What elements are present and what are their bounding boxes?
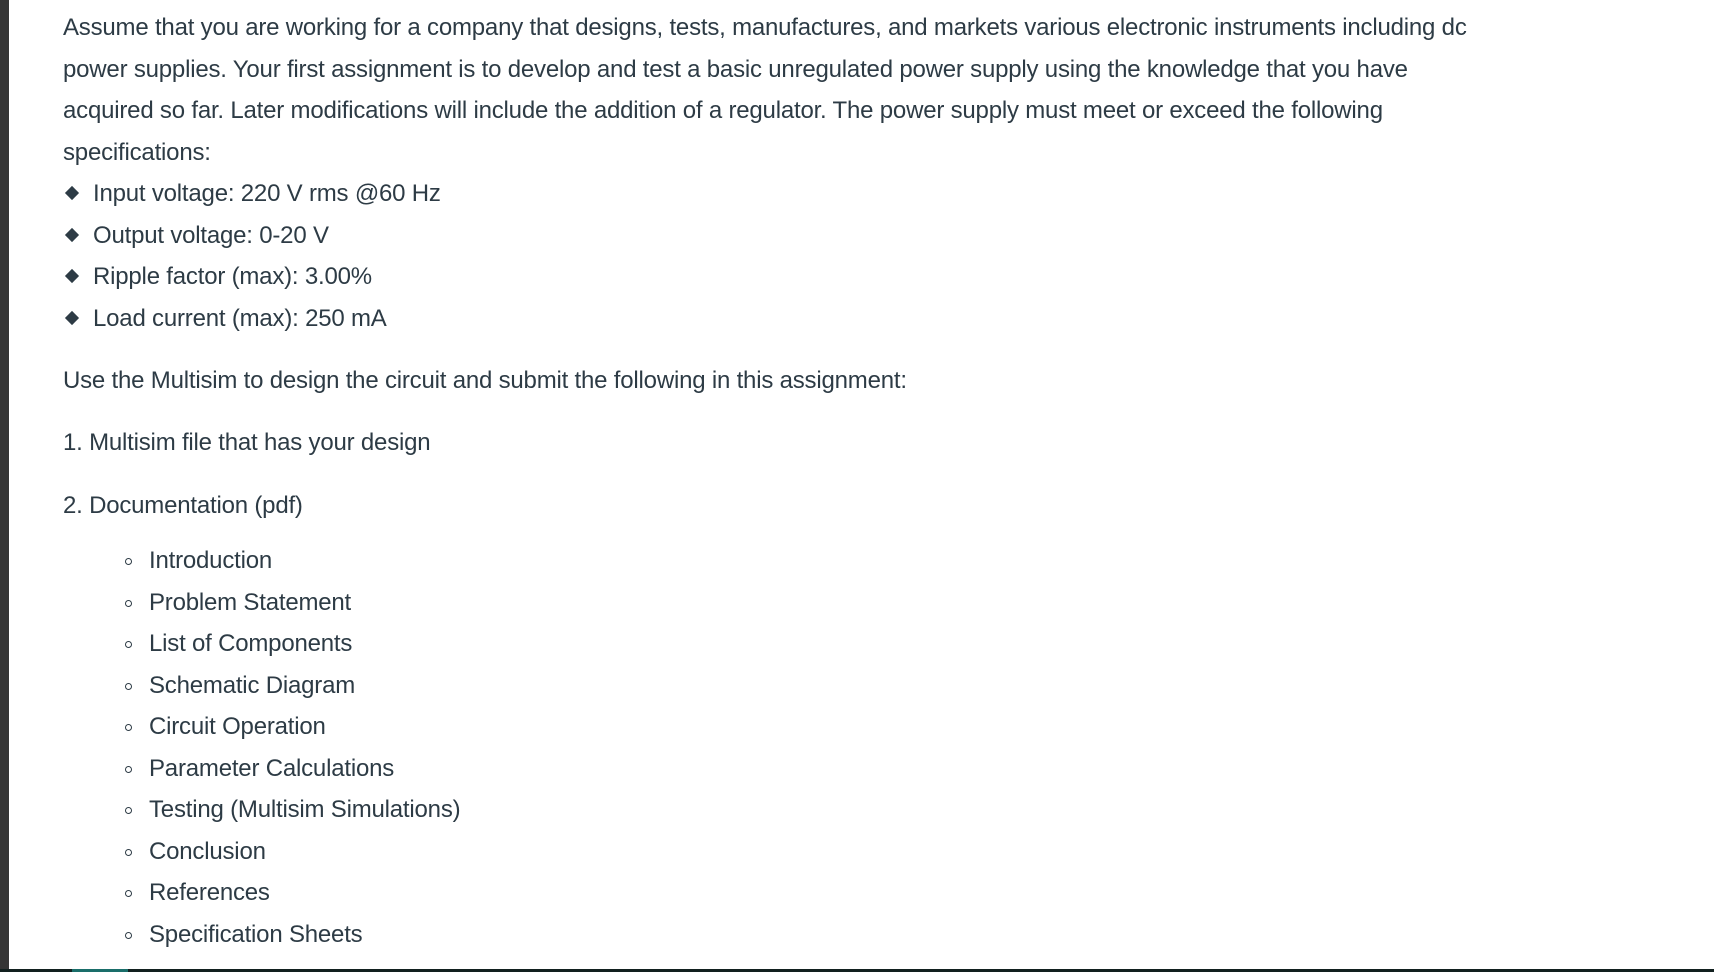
- specification-item: Load current (max): 250 mA: [63, 298, 1703, 340]
- deliverable-item: 1. Multisim file that has your design: [63, 429, 431, 456]
- specification-text: Ripple factor (max): 3.00%: [93, 263, 372, 290]
- circle-bullet-icon: [125, 807, 132, 814]
- left-edge-bar: [0, 0, 9, 972]
- section-text: Parameter Calculations: [149, 754, 395, 782]
- specification-item: Output voltage: 0-20 V: [63, 215, 1703, 257]
- circle-bullet-icon: [125, 724, 132, 731]
- section-text: Schematic Diagram: [149, 671, 356, 699]
- intro-line: acquired so far. Later modifications wil…: [63, 97, 1383, 124]
- circle-bullet-icon: [125, 641, 132, 648]
- circle-bullet-icon: [125, 890, 132, 897]
- circle-bullet-icon: [125, 848, 132, 856]
- documentation-section-item: Parameter Calculations: [125, 748, 1703, 790]
- intro-paragraph: Assume that you are working for a compan…: [63, 7, 1703, 173]
- documentation-section-item: List of Components: [125, 623, 1703, 665]
- specifications-list: Input voltage: 220 V rms @60 Hz Output v…: [63, 173, 1703, 339]
- section-text: Introduction: [149, 547, 273, 574]
- documentation-section-item: Schematic Diagram: [125, 665, 1703, 707]
- specification-text: Output voltage: 0-20 V: [93, 221, 329, 249]
- documentation-sections-list: Introduction Problem Statement List of C…: [63, 540, 1703, 955]
- circle-bullet-icon: [125, 682, 132, 690]
- documentation-section-item: Circuit Operation: [125, 706, 1703, 748]
- documentation-section-item: Introduction: [125, 540, 1703, 582]
- documentation-section-item: Testing (Multisim Simulations): [125, 789, 1703, 831]
- section-text: List of Components: [149, 630, 353, 657]
- intro-line: power supplies. Your first assignment is…: [63, 55, 1408, 83]
- documentation-section-item: Specification Sheets: [125, 914, 1703, 956]
- intro-line: specifications:: [63, 138, 211, 166]
- circle-bullet-icon: [125, 599, 132, 607]
- section-text: References: [149, 879, 270, 906]
- section-text: Problem Statement: [149, 588, 352, 616]
- diamond-bullet-icon: [64, 227, 80, 242]
- section-text: Specification Sheets: [149, 920, 363, 948]
- diamond-bullet-icon: [64, 268, 80, 284]
- section-text: Testing (Multisim Simulations): [149, 796, 461, 823]
- section-text: Circuit Operation: [149, 713, 326, 740]
- circle-bullet-icon: [125, 931, 132, 939]
- specification-text: Input voltage: 220 V rms @60 Hz: [93, 180, 441, 207]
- specification-item: Ripple factor (max): 3.00%: [63, 256, 1703, 298]
- diamond-bullet-icon: [64, 310, 80, 325]
- assignment-content: Assume that you are working for a compan…: [63, 7, 1703, 955]
- specification-text: Load current (max): 250 mA: [93, 304, 387, 332]
- section-text: Conclusion: [149, 837, 266, 865]
- diamond-bullet-icon: [64, 185, 80, 201]
- circle-bullet-icon: [125, 558, 132, 565]
- specification-item: Input voltage: 220 V rms @60 Hz: [63, 173, 1703, 215]
- intro-line: Assume that you are working for a compan…: [63, 14, 1467, 41]
- circle-bullet-icon: [125, 765, 132, 773]
- documentation-section-item: Problem Statement: [125, 582, 1703, 624]
- documentation-section-item: Conclusion: [125, 831, 1703, 873]
- documentation-section-item: References: [125, 872, 1703, 914]
- instruction-text: Use the Multisim to design the circuit a…: [63, 366, 907, 394]
- deliverable-item: 2. Documentation (pdf): [63, 491, 303, 519]
